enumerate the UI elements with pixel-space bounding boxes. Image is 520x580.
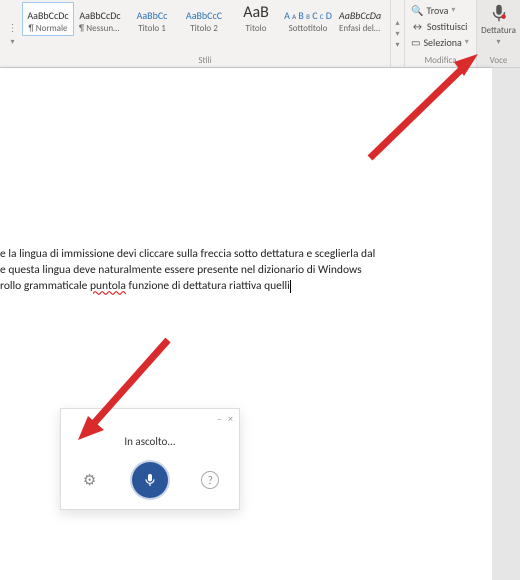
style-item[interactable]: A a B b C c DSottotitolo xyxy=(282,2,334,36)
style-name-label: ¶ Normale xyxy=(27,23,69,34)
style-preview: AaBbCc xyxy=(131,6,173,22)
replace-icon: ↔ xyxy=(411,20,424,33)
style-name-label: Titolo 2 xyxy=(183,23,225,34)
style-item[interactable]: AaBbCcDc¶ Nessuna... xyxy=(74,2,126,36)
page-gutter xyxy=(492,68,520,580)
ribbon: ⋮ ▾ AaBbCcDc¶ NormaleAaBbCcDc¶ Nessuna..… xyxy=(0,0,520,68)
cursor-icon: ▭ xyxy=(411,36,420,49)
style-preview: AaBbCcC xyxy=(183,6,225,22)
style-name-label: Sottotitolo xyxy=(287,23,329,34)
help-icon: ? xyxy=(201,471,219,489)
microphone-icon xyxy=(488,2,510,24)
dictation-status: In ascolto... xyxy=(61,435,239,448)
minimize-button[interactable]: – xyxy=(217,412,222,425)
style-name-label: Titolo 1 xyxy=(131,23,173,34)
find-button[interactable]: 🔍 Trova ▾ xyxy=(411,2,472,18)
chevron-down-icon: ▾ xyxy=(465,37,469,47)
style-name-label: Enfasi deli... xyxy=(339,23,381,34)
document-text: e la lingua di immissione devi cliccare … xyxy=(0,246,375,294)
style-preview: A a B b C c D xyxy=(287,6,329,22)
styles-group-label: Stili xyxy=(198,55,211,66)
settings-button[interactable]: ⚙ xyxy=(75,465,105,495)
style-item[interactable]: AaBbCcDaEnfasi deli... xyxy=(334,2,386,36)
dictation-panel: – × In ascolto... ⚙ ? xyxy=(60,408,240,510)
style-preview: AaB xyxy=(235,6,277,22)
voice-group: Dettatura ▾ Voce xyxy=(476,0,520,67)
style-item[interactable]: AaBbCcCTitolo 2 xyxy=(178,2,230,36)
chevron-down-icon[interactable]: ▾ xyxy=(496,37,500,47)
style-name-label: Titolo xyxy=(235,23,277,34)
style-preview: AaBbCcDc xyxy=(79,6,121,22)
voice-group-label: Voce xyxy=(490,55,508,66)
style-item[interactable]: AaBbCcDaEnfasi (cor... xyxy=(386,2,388,36)
gear-icon: ⚙ xyxy=(83,471,96,490)
editing-group-label: Modifica xyxy=(424,55,456,66)
select-button[interactable]: ▭ Seleziona ▾ xyxy=(411,34,472,50)
style-preview: AaBbCcDc xyxy=(27,6,69,22)
microphone-button[interactable] xyxy=(132,462,168,498)
help-button[interactable]: ? xyxy=(195,465,225,495)
dictate-label: Dettatura xyxy=(481,25,516,36)
editing-group: 🔍 Trova ▾ ↔ Sostituisci ▭ Seleziona ▾ Mo… xyxy=(404,0,476,67)
replace-button[interactable]: ↔ Sostituisci xyxy=(411,18,472,34)
microphone-icon xyxy=(142,472,158,488)
style-item[interactable]: AaBbCcDc¶ Normale xyxy=(22,2,74,36)
styles-more-button[interactable]: ▴▾▾ xyxy=(390,0,404,67)
styles-gallery: AaBbCcDc¶ NormaleAaBbCcDc¶ Nessuna...AaB… xyxy=(22,0,388,67)
style-item[interactable]: AaBTitolo xyxy=(230,2,282,36)
text-cursor xyxy=(290,280,291,293)
spelling-error[interactable]: puntola xyxy=(90,279,126,293)
quick-access-more[interactable]: ⋮ ▾ xyxy=(0,0,22,67)
close-button[interactable]: × xyxy=(228,412,233,425)
search-icon: 🔍 xyxy=(411,4,423,17)
style-item[interactable]: AaBbCcTitolo 1 xyxy=(126,2,178,36)
style-name-label: ¶ Nessuna... xyxy=(79,23,121,34)
dictate-button[interactable] xyxy=(488,2,510,24)
style-preview: AaBbCcDa xyxy=(339,6,381,22)
chevron-down-icon: ▾ xyxy=(451,5,455,15)
